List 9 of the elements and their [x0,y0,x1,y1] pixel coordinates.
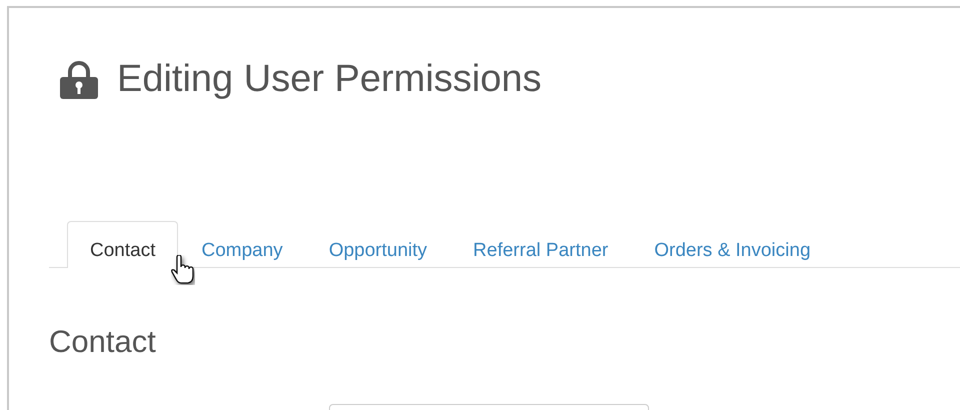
tab[interactable]: Company [178,221,306,268]
page-title: Editing User Permissions [117,58,542,101]
tab[interactable]: Opportunity [306,221,450,268]
section-heading: Contact [49,324,157,360]
tab[interactable]: Referral Partner [450,221,632,268]
tab[interactable]: Contact [67,221,178,268]
lock-icon [59,60,99,100]
tab[interactable]: Orders & Invoicing [631,221,834,268]
hand-cursor-icon [171,255,195,285]
